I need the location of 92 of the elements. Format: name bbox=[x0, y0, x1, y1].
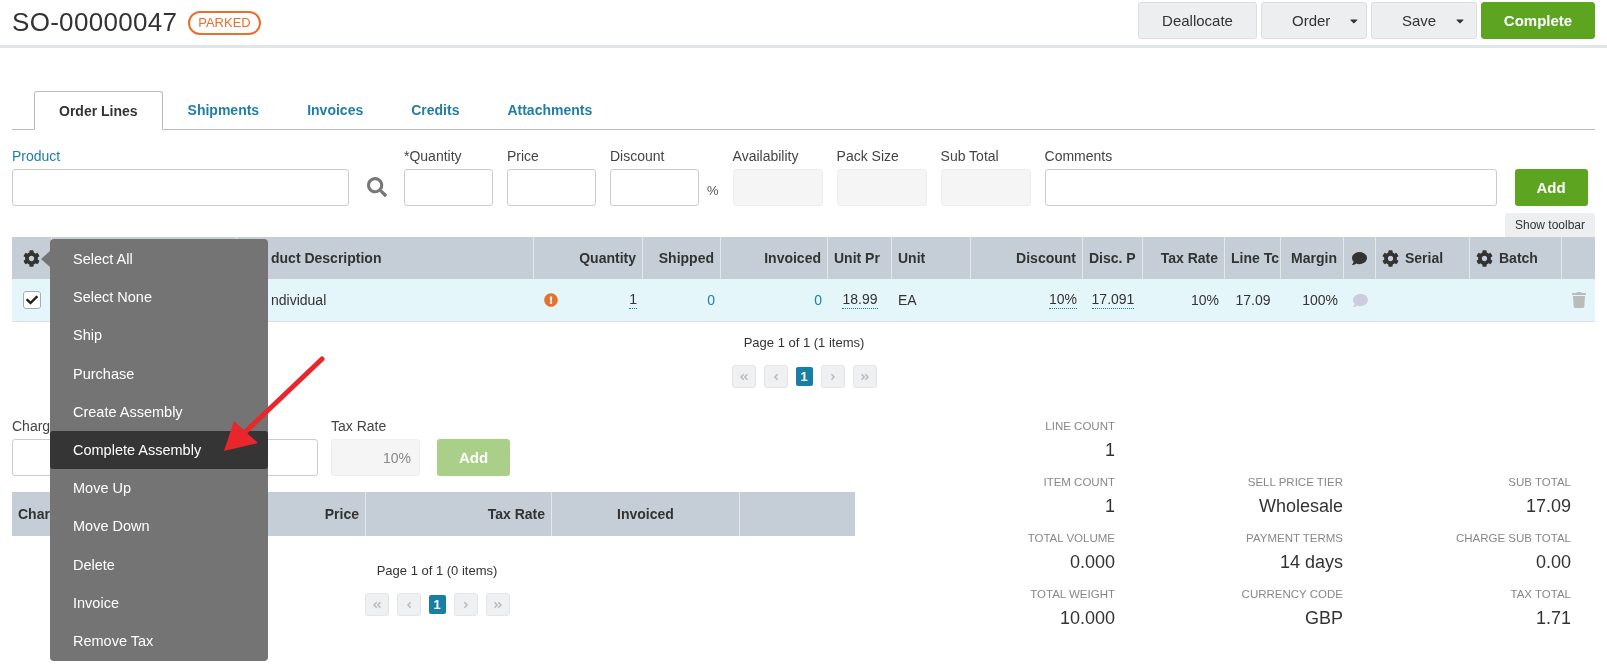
page-number[interactable]: 1 bbox=[795, 367, 813, 386]
cell-text: 100% bbox=[1302, 292, 1338, 308]
search-icon[interactable] bbox=[367, 177, 387, 197]
input-field[interactable] bbox=[404, 169, 493, 206]
menu-item[interactable]: Select None bbox=[50, 278, 268, 317]
summary-label: CURRENCY CODE bbox=[1241, 588, 1343, 600]
cell-text: EA bbox=[898, 292, 917, 308]
summary-value: 10.000 bbox=[1059, 608, 1115, 629]
summary-value: Wholesale bbox=[1258, 496, 1343, 517]
summary-label: ITEM COUNT bbox=[1043, 476, 1115, 488]
menu-item[interactable]: Invoice bbox=[50, 583, 268, 622]
field-label: Tax Rate bbox=[331, 418, 388, 434]
comment-icon[interactable] bbox=[1352, 292, 1368, 308]
dropdown-button[interactable]: Order bbox=[1261, 2, 1367, 39]
dropdown-button[interactable]: Save bbox=[1371, 2, 1477, 39]
field-label: Product bbox=[12, 148, 62, 164]
summary-value: 1 bbox=[1105, 496, 1115, 517]
summary-label: CHARGE SUB TOTAL bbox=[1455, 532, 1571, 544]
field-label: Availability bbox=[732, 148, 800, 164]
settings-icon[interactable] bbox=[1382, 249, 1399, 267]
summary-value: 14 days bbox=[1279, 552, 1343, 573]
cell-link[interactable]: 0 bbox=[814, 292, 822, 308]
tab[interactable]: Order Lines bbox=[34, 91, 163, 130]
page-summary: Page 1 of 1 (1 items) bbox=[743, 335, 865, 350]
cell-link[interactable]: 0 bbox=[707, 292, 715, 308]
settings-icon[interactable] bbox=[23, 249, 40, 267]
double-chevron-right-icon bbox=[492, 599, 503, 610]
column-label: Batch bbox=[1499, 250, 1538, 266]
summary-value: 1.71 bbox=[1535, 608, 1571, 629]
summary-label: SUB TOTAL bbox=[1508, 476, 1571, 488]
menu-item[interactable]: Delete bbox=[50, 545, 268, 584]
cell-text: 17.09 bbox=[1235, 292, 1271, 308]
product-field[interactable] bbox=[12, 169, 349, 206]
menu-item[interactable]: Remove Tax bbox=[50, 621, 268, 661]
summary-label: TAX TOTAL bbox=[1510, 588, 1571, 600]
field-label: *Quantity bbox=[404, 148, 463, 164]
previous-page-button[interactable] bbox=[396, 593, 421, 616]
field-label: Charg bbox=[12, 418, 52, 434]
summary-value: GBP bbox=[1305, 608, 1343, 629]
next-page-button[interactable] bbox=[820, 365, 845, 388]
action-button[interactable]: Deallocate bbox=[1138, 2, 1257, 39]
summary-label: SELL PRICE TIER bbox=[1247, 476, 1343, 488]
first-page-button[interactable] bbox=[364, 593, 389, 616]
editable-value[interactable]: 17.091 bbox=[1091, 291, 1135, 309]
editable-value[interactable]: 1 bbox=[629, 291, 637, 309]
order-title: SO-00000047 bbox=[12, 7, 178, 38]
cell-text: ndividual bbox=[271, 292, 327, 308]
input-field[interactable] bbox=[507, 169, 596, 206]
comment-icon bbox=[1352, 250, 1367, 266]
menu-item[interactable]: Complete Assembly bbox=[50, 430, 268, 470]
field-label: Comments bbox=[1044, 148, 1114, 164]
summary-value: 1 bbox=[1105, 440, 1115, 461]
add-button[interactable]: Add bbox=[1514, 169, 1588, 206]
menu-item[interactable]: Create Assembly bbox=[50, 392, 268, 431]
last-page-button[interactable] bbox=[485, 593, 510, 616]
first-page-button[interactable] bbox=[731, 365, 756, 388]
tax-rate-field[interactable]: 10% bbox=[331, 439, 420, 476]
field-label: Price bbox=[507, 148, 540, 164]
double-chevron-left-icon bbox=[738, 371, 749, 382]
field-label: Discount bbox=[610, 148, 666, 164]
summary-value: 17.09 bbox=[1525, 496, 1571, 517]
editable-value[interactable]: 18.99 bbox=[842, 291, 878, 309]
last-page-button[interactable] bbox=[852, 365, 877, 388]
settings-icon[interactable] bbox=[1476, 249, 1493, 267]
field-label: Sub Total bbox=[940, 148, 1000, 164]
summary-value: 0.000 bbox=[1069, 552, 1115, 573]
row-checkbox[interactable] bbox=[23, 291, 41, 309]
percent-sign: % bbox=[707, 183, 719, 198]
next-page-button[interactable] bbox=[453, 593, 478, 616]
double-chevron-left-icon bbox=[371, 599, 382, 610]
summary-label: TOTAL WEIGHT bbox=[1030, 588, 1115, 600]
cell-text: 10% bbox=[1190, 292, 1219, 308]
summary-label: LINE COUNT bbox=[1045, 420, 1115, 432]
show-toolbar-button[interactable]: Show toolbar bbox=[1504, 213, 1595, 237]
editable-value[interactable]: 10% bbox=[1048, 291, 1077, 309]
previous-page-button[interactable] bbox=[763, 365, 788, 388]
column-label: Serial bbox=[1405, 250, 1444, 266]
trash-icon[interactable] bbox=[1572, 292, 1586, 308]
summary-label: PAYMENT TERMS bbox=[1246, 532, 1343, 544]
summary-value: 0.00 bbox=[1535, 552, 1571, 573]
page-number[interactable]: 1 bbox=[428, 595, 446, 614]
page-summary: Page 1 of 1 (0 items) bbox=[376, 563, 498, 578]
input-field[interactable] bbox=[610, 169, 699, 206]
summary-label: TOTAL VOLUME bbox=[1027, 532, 1115, 544]
field-label: Pack Size bbox=[836, 148, 900, 164]
double-chevron-right-icon bbox=[859, 371, 870, 382]
status-badge: PARKED bbox=[188, 10, 261, 35]
menu-item[interactable]: Purchase bbox=[50, 354, 268, 393]
action-button[interactable]: Complete bbox=[1481, 2, 1595, 39]
column-header: Tax Rate bbox=[366, 492, 552, 536]
comments-field[interactable] bbox=[1044, 169, 1497, 206]
column-header: Invoiced bbox=[552, 492, 740, 536]
